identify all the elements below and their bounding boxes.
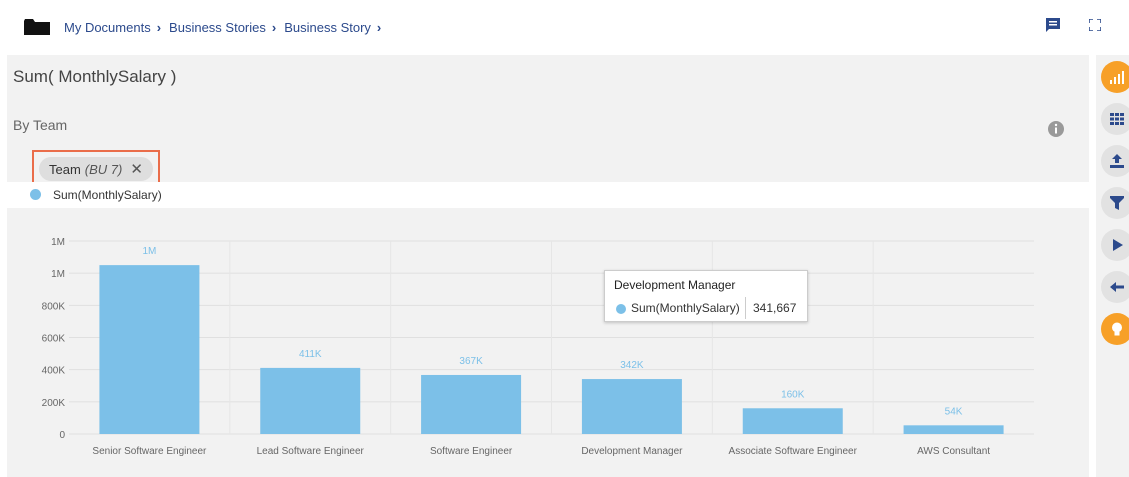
filter-chip-label: Team: [49, 161, 81, 177]
data-label: 411K: [299, 349, 322, 360]
data-label: 342K: [620, 360, 644, 371]
bar[interactable]: [581, 379, 682, 434]
comment-icon[interactable]: [1046, 18, 1064, 36]
chevron-right-icon: ›: [376, 19, 382, 35]
widget-title: Sum( MonthlySalary ): [13, 67, 177, 86]
data-label: 54K: [945, 406, 963, 417]
widget-subtitle: By Team: [13, 117, 68, 133]
insights-button[interactable]: [1101, 313, 1129, 345]
chevron-right-icon: ›: [156, 19, 162, 35]
bar[interactable]: [903, 425, 1004, 434]
breadcrumb-item-my-documents[interactable]: My Documents: [64, 20, 151, 35]
bar-chart-button[interactable]: [1101, 61, 1129, 93]
breadcrumb: My Documents › Business Stories › Busine…: [24, 19, 389, 35]
export-button[interactable]: [1101, 145, 1129, 177]
breadcrumb-item-business-stories[interactable]: Business Stories: [169, 20, 266, 35]
tooltip-divider: [745, 297, 746, 319]
fullscreen-icon[interactable]: [1088, 18, 1107, 36]
y-tick-label: 400K: [42, 366, 66, 377]
y-tick-label: 200K: [42, 398, 66, 409]
filter-button[interactable]: [1101, 187, 1129, 219]
breadcrumb-item-business-story[interactable]: Business Story: [284, 20, 371, 35]
y-tick-label: 800K: [42, 301, 66, 312]
bar-chart: 0 200K 400K 600K 800K 1M 1M 1M Senior Software E…: [42, 237, 1034, 457]
data-label: 367K: [459, 356, 483, 367]
x-tick-label: Development Manager: [581, 446, 683, 457]
x-tick-label: Lead Software Engineer: [257, 446, 365, 457]
tooltip-value: 341,667: [753, 301, 797, 315]
x-tick-label: Senior Software Engineer: [92, 446, 207, 457]
bar[interactable]: [742, 408, 843, 434]
x-tick-label: AWS Consultant: [917, 446, 990, 457]
bar[interactable]: [421, 374, 522, 434]
data-label: 160K: [781, 389, 805, 400]
data-label: 1M: [142, 246, 156, 257]
tooltip-series-marker: [616, 304, 626, 314]
grid-view-button[interactable]: [1101, 103, 1129, 135]
close-icon[interactable]: ✕: [130, 160, 143, 178]
legend-label[interactable]: Sum(MonthlySalary): [53, 188, 162, 202]
filter-chip-value: (BU 7): [84, 161, 123, 177]
back-button[interactable]: [1101, 271, 1129, 303]
tooltip-title: Development Manager: [614, 278, 736, 292]
top-bar: My Documents › Business Stories › Busine…: [0, 0, 1129, 55]
info-icon[interactable]: [1047, 120, 1065, 138]
tooltip-series-name: Sum(MonthlySalary): [631, 301, 740, 315]
y-tick-label: 1M: [51, 269, 65, 280]
y-tick-label: 0: [59, 430, 65, 441]
legend-marker: [30, 189, 41, 200]
play-button[interactable]: [1101, 229, 1129, 261]
bar[interactable]: [99, 265, 200, 434]
filter-chip[interactable]: Team (BU 7) ✕: [39, 157, 153, 181]
folder-icon: [24, 19, 50, 35]
legend: Sum(MonthlySalary): [7, 182, 1089, 208]
bar[interactable]: [260, 367, 361, 434]
y-tick-label: 600K: [42, 334, 66, 345]
chart-tooltip: Development Manager Sum(MonthlySalary) 3…: [604, 270, 808, 322]
chevron-right-icon: ›: [271, 19, 277, 35]
x-tick-label: Associate Software Engineer: [729, 446, 858, 457]
x-tick-label: Software Engineer: [430, 446, 513, 457]
y-tick-label: 1M: [51, 237, 65, 248]
